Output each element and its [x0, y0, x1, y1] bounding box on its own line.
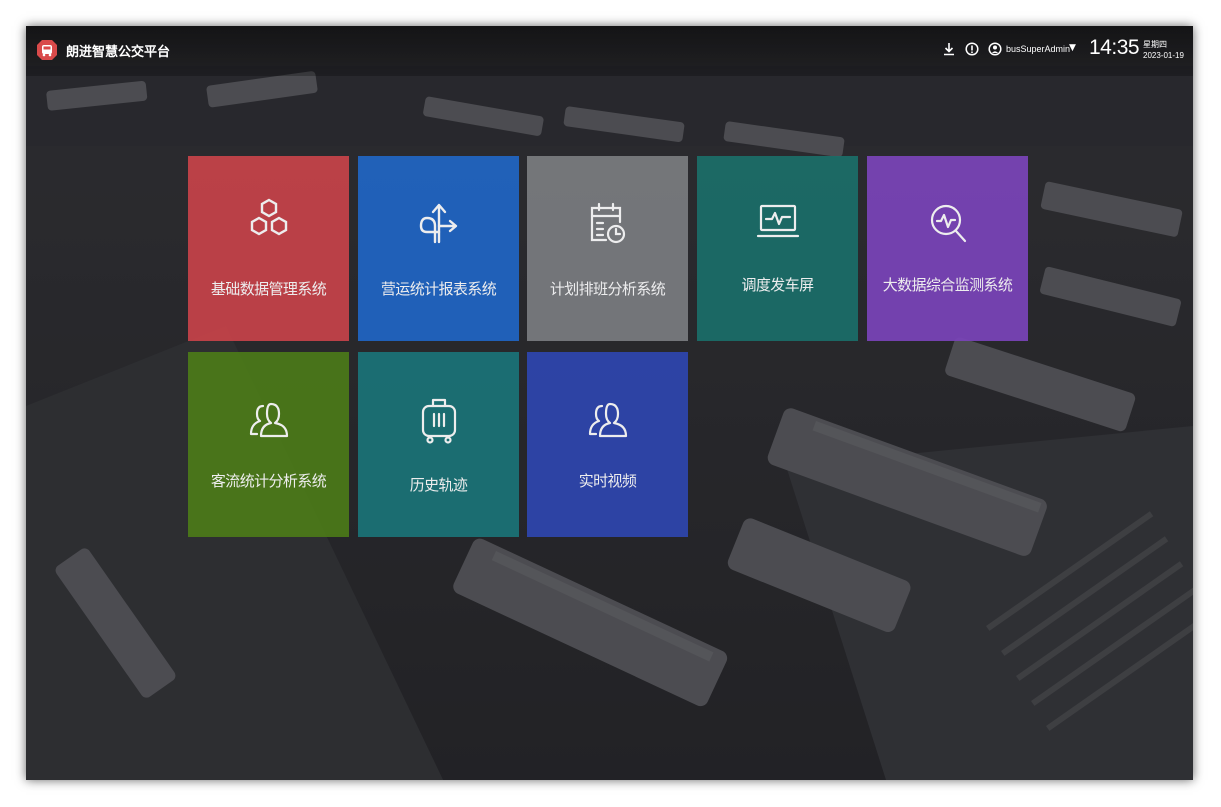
user-icon[interactable] — [987, 41, 1003, 57]
search-pulse-icon — [930, 204, 966, 243]
tile-label: 客流统计分析系统 — [210, 472, 327, 490]
tile-label: 营运统计报表系统 — [380, 280, 497, 298]
tile-dispatch-screen[interactable]: 调度发车屏 — [697, 156, 858, 341]
monitor-pulse-icon — [756, 204, 799, 238]
tile-operations-report[interactable]: 营运统计报表系统 — [358, 156, 519, 341]
bus-logo-icon — [37, 40, 57, 60]
tile-history-track[interactable]: 历史轨迹 — [358, 352, 519, 537]
top-bar: 朗进智慧公交平台 busSuperAdmin ▼ 14:35 星期四 2023-… — [26, 26, 1193, 76]
tile-label: 基础数据管理系统 — [210, 280, 327, 298]
users-icon — [588, 402, 627, 438]
tile-basic-data-management[interactable]: 基础数据管理系统 — [188, 156, 349, 341]
tile-passenger-flow-analysis[interactable]: 客流统计分析系统 — [188, 352, 349, 537]
download-icon[interactable] — [941, 41, 957, 57]
tile-schedule-analysis[interactable]: 计划排班分析系统 — [527, 156, 688, 341]
tile-big-data-monitoring[interactable]: 大数据综合监测系统 — [867, 156, 1028, 341]
tile-realtime-video[interactable]: 实时视频 — [527, 352, 688, 537]
tile-label: 调度发车屏 — [741, 276, 814, 294]
clock-time: 14:35 — [1089, 36, 1140, 59]
info-icon[interactable] — [964, 41, 980, 57]
tile-label: 大数据综合监测系统 — [882, 276, 1013, 294]
weekday: 星期四 — [1143, 40, 1167, 49]
route-arrows-icon — [419, 203, 457, 244]
app-title: 朗进智慧公交平台 — [66, 45, 171, 60]
app-window: 朗进智慧公交平台 busSuperAdmin ▼ 14:35 星期四 2023-… — [26, 26, 1193, 780]
users-icon — [249, 402, 288, 438]
date: 2023-01-19 — [1143, 51, 1184, 60]
luggage-icon — [421, 398, 456, 444]
tile-label: 历史轨迹 — [409, 476, 468, 494]
caret-down-icon[interactable]: ▼ — [1069, 43, 1076, 53]
tile-label: 实时视频 — [578, 472, 637, 490]
username[interactable]: busSuperAdmin — [1006, 44, 1070, 54]
tile-label: 计划排班分析系统 — [549, 280, 666, 298]
hexagons-icon — [250, 198, 287, 236]
calendar-clock-icon — [590, 202, 625, 244]
